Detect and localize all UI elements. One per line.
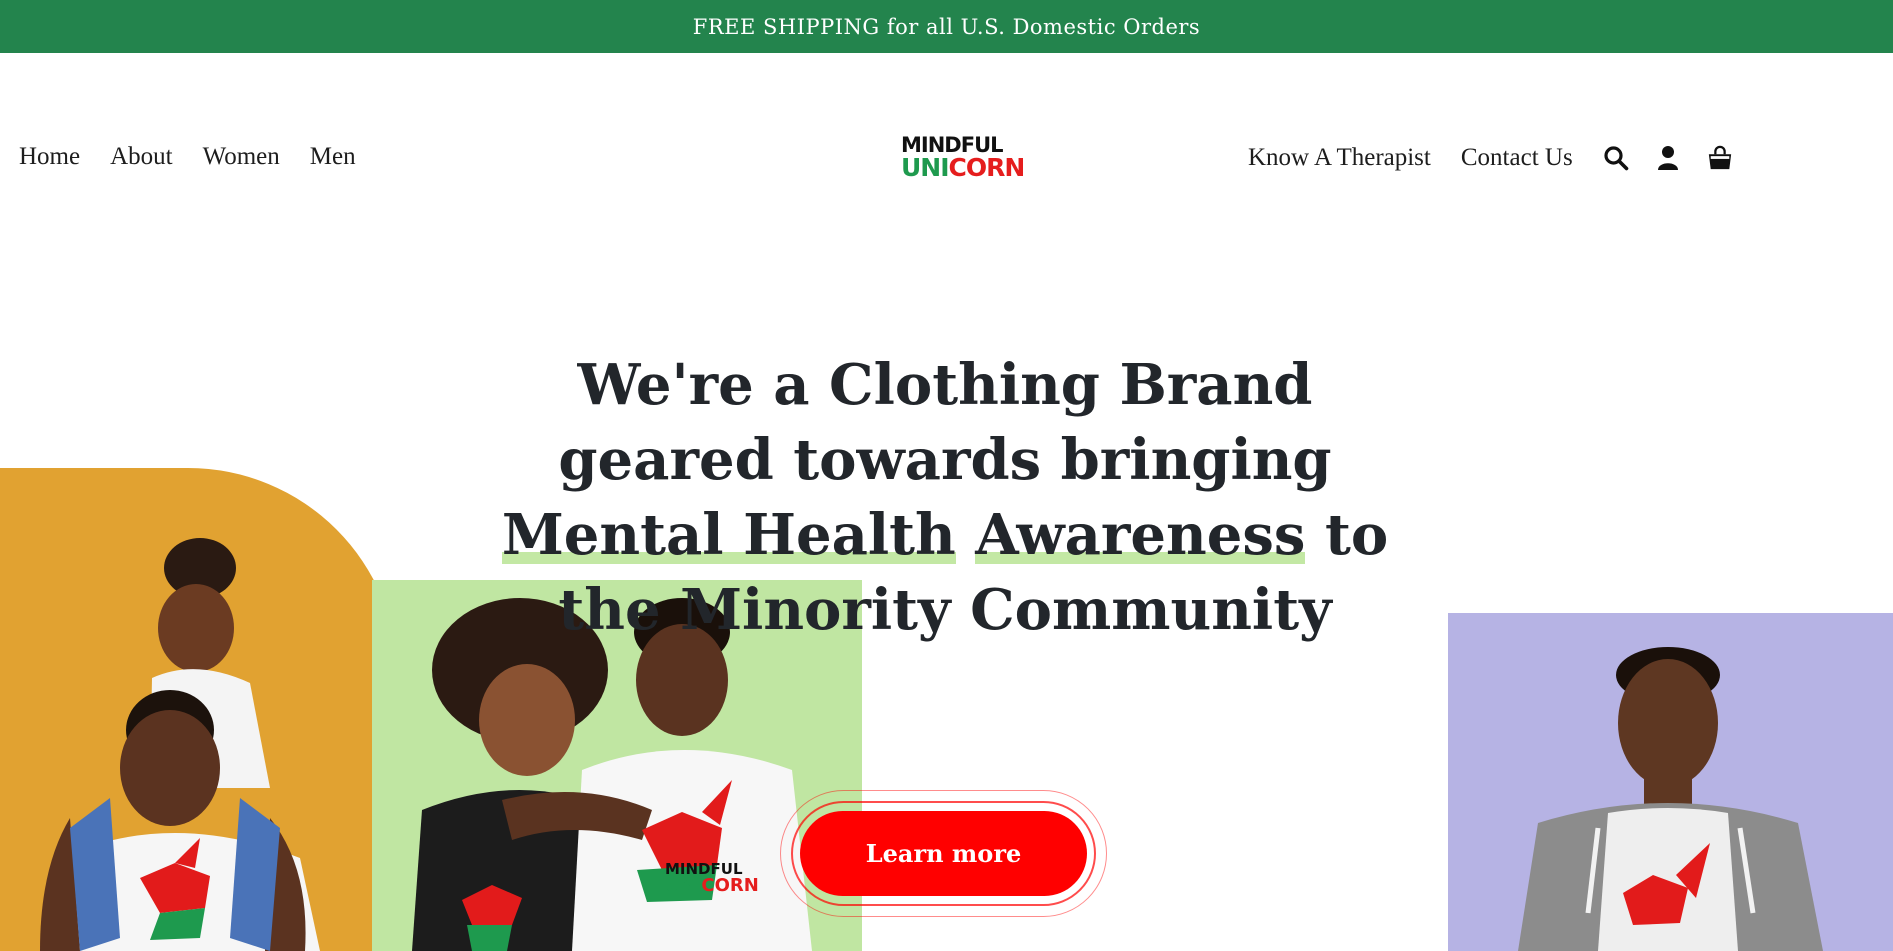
secondary-nav: Know A Therapist Contact Us (1248, 143, 1759, 173)
announcement-text: FREE SHIPPING for all U.S. Domestic Orde… (692, 14, 1201, 39)
hero-highlight-mental-health: Mental Health (501, 502, 956, 568)
nav-men[interactable]: Men (310, 143, 356, 171)
account-icon[interactable] (1655, 143, 1681, 173)
announcement-bar: FREE SHIPPING for all U.S. Domestic Orde… (0, 0, 1893, 53)
shirt-logo: MINDFUL UNICORN (665, 862, 759, 895)
hero-title-space (956, 502, 976, 568)
nav-women[interactable]: Women (203, 143, 280, 171)
site-header: Home About Women Men MINDFUL UNICORN Kno… (0, 53, 1893, 263)
logo-uni: UNI (901, 153, 950, 182)
nav-about[interactable]: About (110, 143, 173, 171)
nav-home[interactable]: Home (19, 143, 80, 171)
cart-icon[interactable] (1707, 143, 1733, 173)
search-icon[interactable] (1603, 143, 1629, 173)
logo-line-2: UNICORN (901, 155, 1035, 180)
site-logo[interactable]: MINDFUL UNICORN (901, 135, 1035, 183)
man-hoodie-photo (1448, 613, 1893, 951)
hero-title: We're a Clothing Brand geared towards br… (490, 348, 1400, 648)
shirt-logo-line-2: UNICORN (665, 877, 759, 895)
family-photo (0, 468, 398, 951)
hero-title-part-1: We're a Clothing Brand geared towards br… (558, 352, 1332, 493)
learn-more-button[interactable]: Learn more (800, 811, 1087, 896)
shirt-logo-uni: UNI (665, 875, 702, 896)
hero-highlight-awareness: Awareness (975, 502, 1306, 568)
nav-contact-us[interactable]: Contact Us (1461, 144, 1573, 172)
logo-corn: CORN (948, 153, 1026, 182)
nav-know-a-therapist[interactable]: Know A Therapist (1248, 144, 1431, 172)
primary-nav: Home About Women Men (19, 143, 386, 171)
learn-more-button-ring: Learn more (791, 801, 1096, 906)
learn-more-button-outer-ring: Learn more (780, 790, 1107, 917)
shirt-logo-corn: CORN (701, 875, 759, 896)
